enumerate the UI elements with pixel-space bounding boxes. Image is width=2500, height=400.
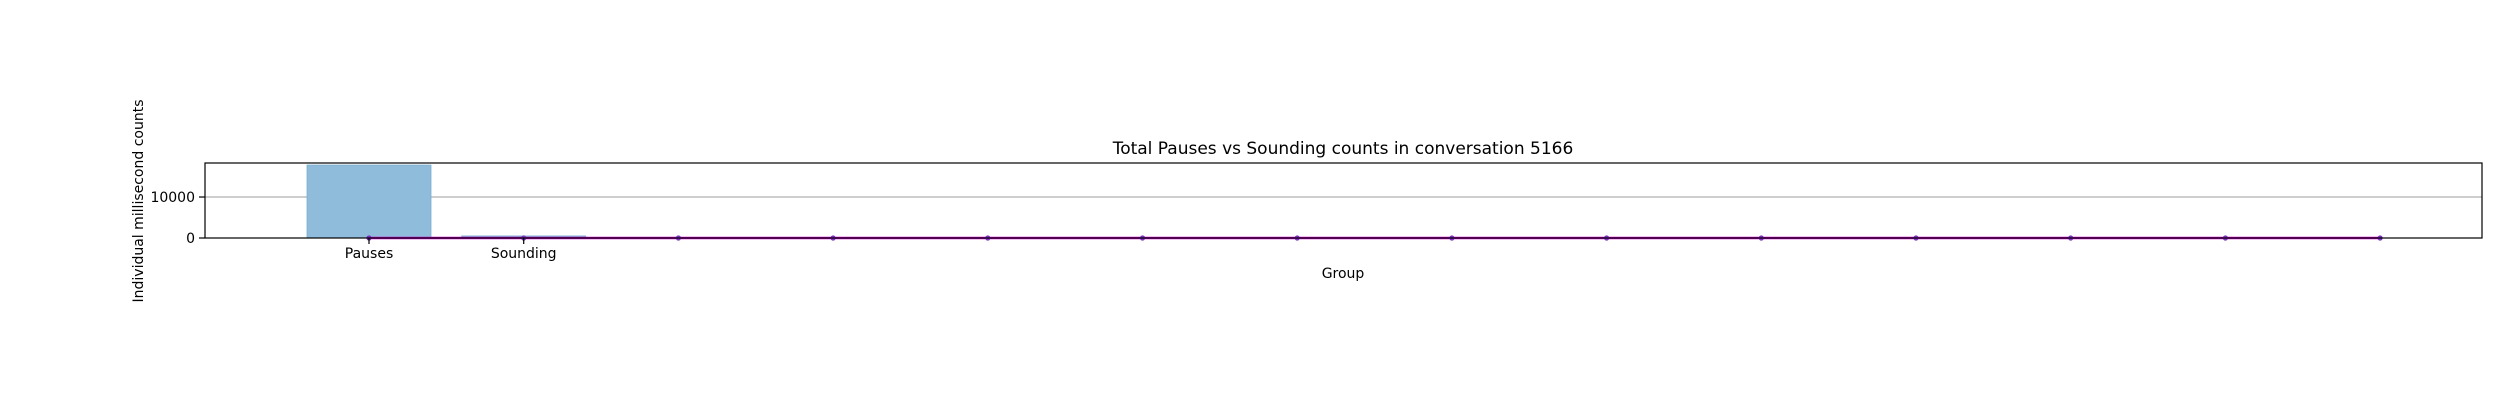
- y-tick-label: 10000: [150, 190, 195, 206]
- plot-frame: [204, 162, 2483, 239]
- y-axis-label: Individual millisecond counts: [131, 100, 147, 303]
- axes-layer: [204, 162, 2483, 239]
- bar-pauses: [306, 164, 432, 239]
- y-tick-label: 0: [186, 231, 195, 247]
- x-axis-label: Group: [1322, 266, 1365, 282]
- chart: Total Pauses vs Sounding counts in conve…: [131, 100, 2483, 303]
- x-tick-label: Pauses: [345, 246, 393, 262]
- x-tick-label: Sounding: [491, 246, 557, 262]
- chart-title: Total Pauses vs Sounding counts in conve…: [1112, 139, 1574, 159]
- bars-layer: [306, 164, 587, 239]
